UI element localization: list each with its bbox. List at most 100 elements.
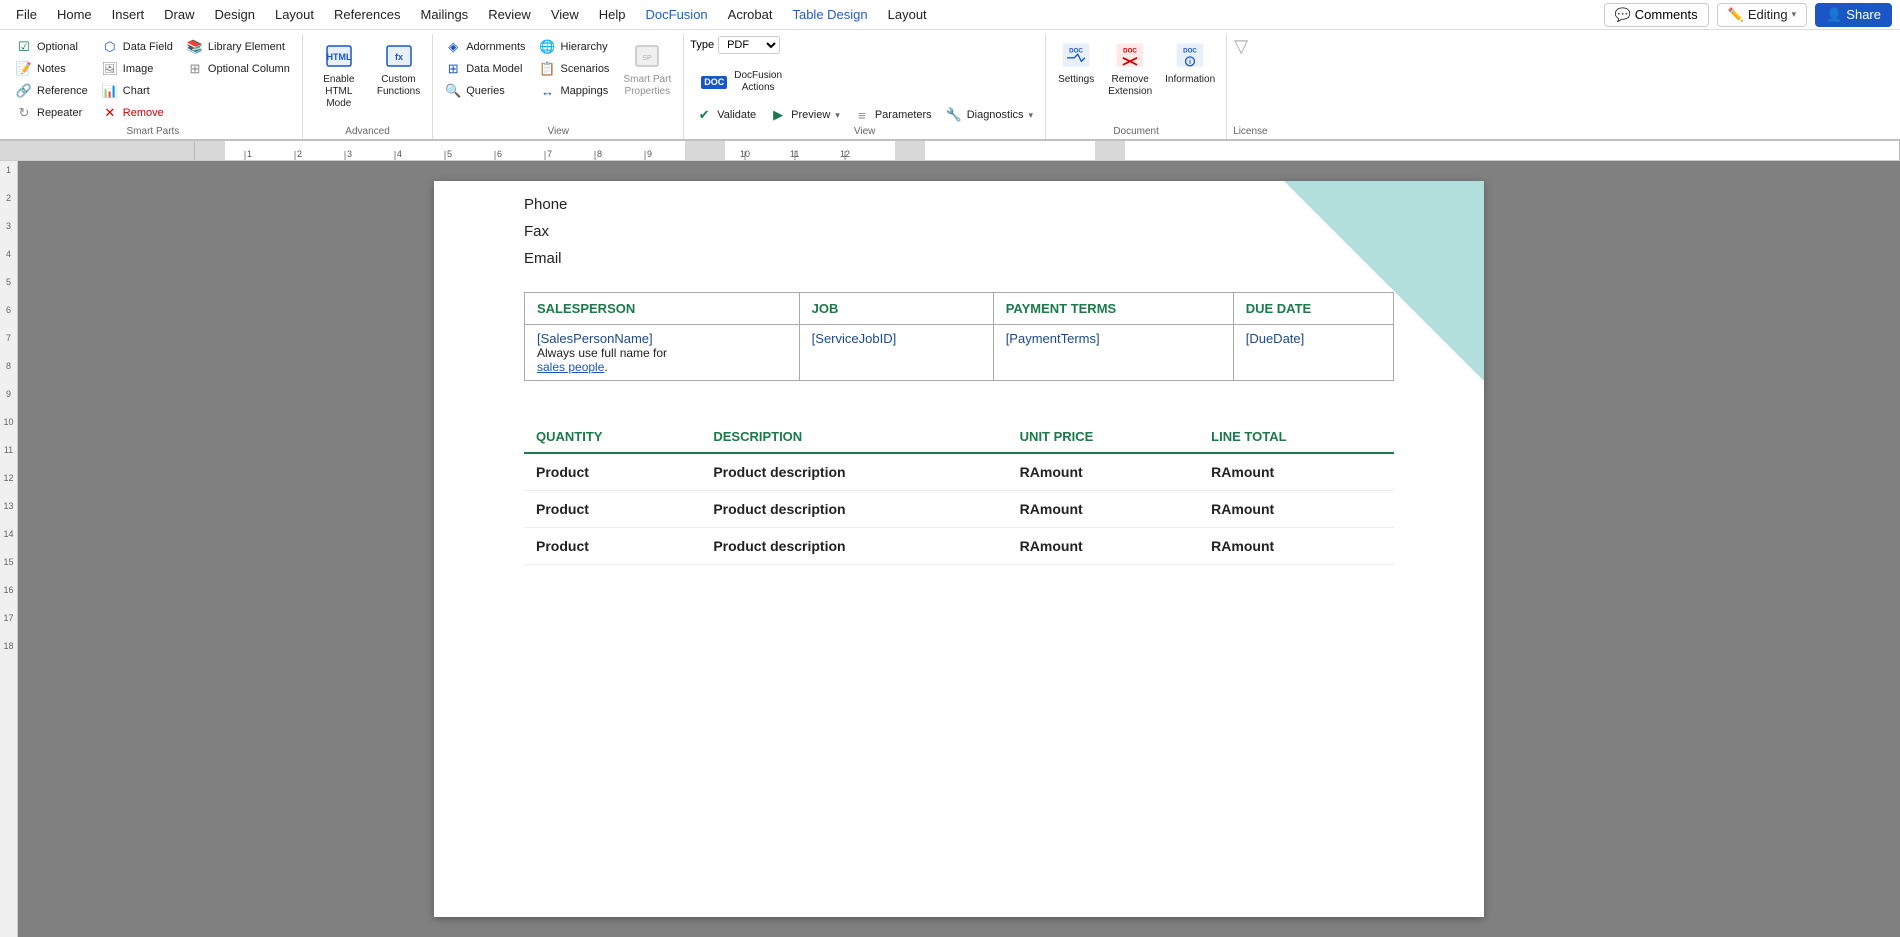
menu-acrobat[interactable]: Acrobat (720, 4, 781, 25)
data-field-button[interactable]: ⬡ Data Field (96, 36, 179, 58)
type-docfusion-group: Type PDF DOCX HTML DOC DocFusion Actions (684, 34, 1046, 139)
doc-icon: DOC (701, 76, 727, 89)
image-button[interactable]: 🖼 Image (96, 58, 179, 80)
remove-extension-button[interactable]: DOC Remove Extension (1102, 36, 1158, 102)
menu-layout-tab[interactable]: Layout (880, 4, 935, 25)
ruler-num: 11 (4, 445, 13, 455)
notes-button[interactable]: 📝 Notes (10, 58, 94, 80)
hierarchy-label: Hierarchy (561, 41, 608, 53)
diagnostics-label: Diagnostics (967, 109, 1024, 121)
remove-label: Remove (123, 107, 164, 119)
ruler-num: 13 (3, 501, 13, 511)
scenarios-button[interactable]: 📋 Scenarios (534, 58, 616, 80)
smart-part-properties-button[interactable]: SP Smart Part Properties (617, 36, 677, 102)
type-label: Type (690, 39, 714, 51)
parameters-icon: ≡ (854, 107, 870, 123)
adornments-button[interactable]: ◈ Adornments (439, 36, 531, 58)
comments-button[interactable]: 💬 Comments (1604, 3, 1709, 27)
col-unit-price: UNIT PRICE (1008, 421, 1200, 453)
expand-ribbon-button[interactable]: ▽ (1233, 36, 1249, 57)
menu-design[interactable]: Design (207, 4, 263, 25)
menu-table-design[interactable]: Table Design (784, 4, 875, 25)
menu-file[interactable]: File (8, 4, 45, 25)
data-model-button[interactable]: ⊞ Data Model (439, 58, 531, 80)
repeater-button[interactable]: ↻ Repeater (10, 102, 94, 124)
settings-button[interactable]: DOC Settings (1052, 36, 1100, 90)
svg-text:8: 8 (597, 149, 602, 159)
menu-layout[interactable]: Layout (267, 4, 322, 25)
document[interactable]: Phone Fax Email SALESPERSON JOB PAYMENT … (434, 181, 1484, 917)
menu-view[interactable]: View (543, 4, 587, 25)
remove-button[interactable]: ✕ Remove (96, 102, 179, 124)
comments-icon: 💬 (1615, 7, 1631, 23)
view-label: View (439, 126, 677, 139)
ribbon-content: ☑ Optional 📝 Notes 🔗 Reference ↻ Repeate… (0, 30, 1900, 139)
image-label: Image (123, 63, 154, 75)
optional-button[interactable]: ☑ Optional (10, 36, 94, 58)
chart-label: Chart (123, 85, 150, 97)
chart-icon: 📊 (102, 83, 118, 99)
parameters-button[interactable]: ≡ Parameters (848, 104, 938, 126)
ruler-num: 1 (6, 165, 11, 175)
sales-people-link[interactable]: sales people (537, 360, 604, 374)
chart-button[interactable]: 📊 Chart (96, 80, 179, 102)
menu-draw[interactable]: Draw (156, 4, 202, 25)
svg-text:5: 5 (447, 149, 452, 159)
custom-functions-button[interactable]: fx Custom Functions (371, 36, 426, 102)
mappings-button[interactable]: ↔ Mappings (534, 80, 616, 102)
svg-text:2: 2 (297, 149, 302, 159)
menu-help[interactable]: Help (591, 4, 634, 25)
ruler-num: 16 (3, 585, 13, 595)
enable-html-mode-button[interactable]: HTML Enable HTML Mode (309, 36, 369, 114)
library-element-button[interactable]: 📚 Library Element (181, 36, 296, 58)
smart-part-props-icon: SP (631, 40, 663, 72)
remove-icon: ✕ (102, 105, 118, 121)
menu-references[interactable]: References (326, 4, 408, 25)
preview-button[interactable]: ▶ Preview ▾ (764, 104, 846, 126)
line-total-2: RAmount (1199, 491, 1394, 528)
validate-button[interactable]: ✔ Validate (690, 104, 762, 126)
menu-home[interactable]: Home (49, 4, 100, 25)
menu-review[interactable]: Review (480, 4, 539, 25)
unit-price-2: RAmount (1008, 491, 1200, 528)
svg-text:9: 9 (647, 149, 652, 159)
table-row: Product Product description RAmount RAmo… (524, 453, 1394, 491)
svg-text:6: 6 (497, 149, 502, 159)
ruler-num: 4 (6, 249, 11, 259)
ribbon: ☑ Optional 📝 Notes 🔗 Reference ↻ Repeate… (0, 30, 1900, 141)
col-job: JOB (799, 293, 993, 325)
remove-extension-label: Remove Extension (1108, 74, 1152, 98)
optional-label: Optional (37, 41, 78, 53)
ruler-num: 8 (6, 361, 11, 371)
svg-text:1: 1 (247, 149, 252, 159)
information-button[interactable]: DOC i Information (1160, 36, 1220, 90)
settings-icon: DOC (1060, 40, 1092, 72)
docfusion-actions-button[interactable]: DOC DocFusion Actions (690, 60, 788, 104)
optional-column-button[interactable]: ⊞ Optional Column (181, 58, 296, 80)
settings-label: Settings (1058, 74, 1094, 86)
payment-terms-cell: [PaymentTerms] (993, 325, 1233, 381)
queries-button[interactable]: 🔍 Queries (439, 80, 531, 102)
svg-text:fx: fx (395, 52, 403, 62)
share-button[interactable]: 👤 Share (1815, 3, 1892, 27)
preview-icon: ▶ (770, 107, 786, 123)
lower-table: QUANTITY DESCRIPTION UNIT PRICE LINE TOT… (524, 421, 1394, 565)
col-quantity: QUANTITY (524, 421, 701, 453)
line-total-3: RAmount (1199, 528, 1394, 565)
desc-3: Product description (701, 528, 1007, 565)
remove-extension-icon: DOC (1114, 40, 1146, 72)
menu-mailings[interactable]: Mailings (413, 4, 477, 25)
library-icon: 📚 (187, 39, 203, 55)
menu-insert[interactable]: Insert (104, 4, 153, 25)
svg-text:DOC: DOC (1183, 47, 1197, 54)
sales-note: Always use full name for sales people. (537, 346, 787, 374)
hierarchy-button[interactable]: 🌐 Hierarchy (534, 36, 616, 58)
document-container: Phone Fax Email SALESPERSON JOB PAYMENT … (18, 161, 1900, 937)
diagnostics-button[interactable]: 🔧 Diagnostics ▾ (940, 104, 1039, 126)
reference-button[interactable]: 🔗 Reference (10, 80, 94, 102)
menu-docfusion[interactable]: DocFusion (638, 4, 716, 25)
repeater-label: Repeater (37, 107, 82, 119)
type-select[interactable]: PDF DOCX HTML (718, 36, 780, 54)
editing-button[interactable]: ✏️ Editing ▾ (1717, 3, 1807, 27)
ruler-container: 1 2 3 4 5 6 7 8 9 10 11 12 (0, 141, 1900, 161)
